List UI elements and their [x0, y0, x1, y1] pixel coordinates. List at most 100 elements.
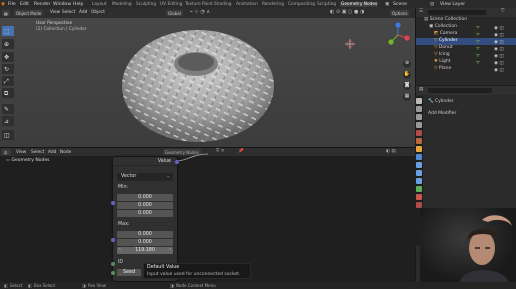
- output-tab-icon[interactable]: [416, 114, 422, 120]
- editor-type-icon[interactable]: ▦: [2, 10, 10, 16]
- scale-tool-icon[interactable]: ⤢: [2, 76, 14, 86]
- world-tab-icon[interactable]: [416, 138, 422, 144]
- max-y-field[interactable]: 0.000: [117, 239, 173, 246]
- max-input-socket[interactable]: [111, 238, 115, 242]
- tab-layout[interactable]: Layout: [92, 2, 107, 7]
- menu-edit[interactable]: Edit: [20, 2, 29, 7]
- vector-output-socket[interactable]: [175, 160, 179, 164]
- outliner-row-cylinder[interactable]: ▽ Cylinder: [434, 38, 458, 44]
- min-y-field[interactable]: 0.000: [117, 202, 173, 209]
- camera-view-icon[interactable]: ◙: [403, 82, 411, 90]
- cursor-tool-icon[interactable]: ⊕: [2, 39, 14, 49]
- id-input-socket[interactable]: [111, 262, 115, 266]
- particles-tab-icon[interactable]: [416, 162, 422, 168]
- node-menu-view[interactable]: View: [16, 150, 26, 155]
- tab-texture-paint[interactable]: Texture Paint: [185, 2, 213, 7]
- scene-icon[interactable]: ▣: [385, 2, 389, 7]
- render-tab-icon[interactable]: [416, 106, 422, 112]
- constraints-tab-icon[interactable]: [416, 178, 422, 184]
- node-header[interactable]: Value: [113, 157, 177, 166]
- seed-input-socket[interactable]: [111, 271, 115, 275]
- node-editor-type-icon[interactable]: ⛭: [2, 149, 11, 155]
- filter-icon[interactable]: ⛉: [501, 9, 504, 15]
- measure-tool-icon[interactable]: ⊿: [2, 116, 14, 126]
- zoom-icon[interactable]: ⊕: [403, 60, 411, 68]
- menu-file[interactable]: File: [8, 2, 16, 7]
- min-z-field[interactable]: 0.000: [117, 210, 173, 217]
- type-dropdown[interactable]: Vector ⌄: [117, 173, 173, 181]
- tab-geometry-nodes[interactable]: Geometry Nodes: [340, 1, 379, 7]
- node-menu-node[interactable]: Node: [60, 150, 71, 155]
- max-x-field[interactable]: 0.000: [117, 231, 173, 238]
- viewport-menu-add[interactable]: Add: [79, 10, 87, 15]
- scene-name[interactable]: Scene: [393, 2, 407, 7]
- decrement-arrow-icon[interactable]: ‹: [119, 247, 121, 253]
- tab-rendering[interactable]: Rendering: [262, 2, 284, 7]
- object-name-field[interactable]: 🔧 Cylinder: [428, 99, 454, 105]
- physics-tab-icon[interactable]: [416, 170, 422, 176]
- options-button[interactable]: Options: [390, 10, 410, 16]
- add-cube-tool-icon[interactable]: ◫: [2, 130, 14, 140]
- seed-field[interactable]: Seed: [117, 269, 141, 276]
- outliner-row-donut[interactable]: ▽ Donut: [434, 45, 453, 51]
- overlay-icon[interactable]: ◐ ⊙ ▣ ○ ● ◑: [330, 10, 364, 15]
- tab-scripting[interactable]: Scripting: [317, 2, 336, 7]
- max-z-field[interactable]: ‹ 119.180 ›: [117, 247, 173, 254]
- tab-modeling[interactable]: Modeling: [112, 2, 132, 7]
- node-overlay-icon[interactable]: ◐ ▤: [386, 149, 396, 155]
- fake-user-icon[interactable]: ⛨ ✕: [216, 149, 225, 155]
- outliner-row-camera[interactable]: ◩ Camera: [434, 31, 457, 37]
- min-input-socket[interactable]: [111, 201, 115, 205]
- pin-icon[interactable]: 📌: [238, 149, 244, 155]
- outliner-row-plane[interactable]: ▽ Plane: [434, 66, 451, 72]
- increment-arrow-icon[interactable]: ›: [169, 247, 171, 253]
- data-tab-icon[interactable]: [416, 186, 422, 192]
- tab-sculpting[interactable]: Sculpting: [136, 2, 156, 7]
- transform-tool-icon[interactable]: ⧉: [2, 88, 14, 98]
- outliner-editor-icon[interactable]: ☰: [419, 9, 423, 15]
- 3d-viewport[interactable]: User Perspective (2) Collection | Cylind…: [0, 18, 415, 147]
- blender-logo-icon[interactable]: ◉: [1, 2, 5, 7]
- node-menu-add[interactable]: Add: [48, 150, 56, 155]
- min-x-field[interactable]: 0.000: [117, 194, 173, 201]
- tab-compositing[interactable]: Compositing: [288, 2, 315, 7]
- modifier-indicator-icon[interactable]: ⛛ ⛛ ⛛ ⛛ ⛛ ⛛: [476, 25, 480, 67]
- object-tab-icon[interactable]: [416, 146, 422, 152]
- tab-animation[interactable]: Animation: [236, 2, 258, 7]
- tab-uv-editing[interactable]: UV Editing: [160, 2, 182, 7]
- view-layer-icon[interactable]: ▤: [430, 2, 434, 7]
- outliner-search-input[interactable]: [428, 10, 486, 15]
- tooltip-body: Input value used for unconnected socket.: [147, 272, 241, 277]
- grid-view-icon[interactable]: ▦: [403, 93, 411, 101]
- tool-tab-icon[interactable]: [416, 98, 422, 104]
- rotate-tool-icon[interactable]: ↻: [2, 64, 14, 74]
- view-layer-tab-icon[interactable]: [416, 122, 422, 128]
- scene-tab-icon[interactable]: [416, 130, 422, 136]
- annotate-tool-icon[interactable]: ✎: [2, 104, 14, 114]
- donut-sprinkles-mesh[interactable]: [100, 14, 300, 144]
- outliner-row-icing[interactable]: ▽ Icing: [434, 52, 450, 58]
- move-tool-icon[interactable]: ✥: [2, 52, 14, 62]
- select-box-tool-icon[interactable]: ⬚: [2, 26, 14, 36]
- mode-dropdown[interactable]: Object Mode: [14, 10, 44, 16]
- outliner-row-light[interactable]: ✺ Light: [434, 59, 450, 65]
- pan-hand-icon[interactable]: ✋: [403, 71, 411, 79]
- node-menu-select[interactable]: Select: [31, 150, 44, 155]
- view-layer-name[interactable]: View Layer: [440, 2, 465, 7]
- properties-search-input[interactable]: [428, 88, 492, 93]
- tab-shading[interactable]: Shading: [214, 2, 231, 7]
- viewport-menu-select[interactable]: Select: [62, 10, 75, 15]
- outliner-scene-collection[interactable]: ▤ Scene Collection: [424, 17, 467, 23]
- menu-window[interactable]: Window: [53, 2, 71, 7]
- modifier-tab-icon[interactable]: [416, 154, 422, 160]
- menu-help[interactable]: Help: [73, 2, 83, 7]
- material-tab-icon[interactable]: [416, 194, 422, 200]
- menu-render[interactable]: Render: [34, 2, 50, 7]
- properties-editor-icon[interactable]: ▤: [419, 87, 423, 93]
- viewport-menu-view[interactable]: View: [50, 10, 60, 15]
- outliner-row-collection[interactable]: ▣ Collection: [429, 24, 457, 30]
- add-modifier-button[interactable]: Add Modifier: [428, 111, 456, 117]
- visibility-eye-icon[interactable]: ◉ ◫ ◉ ◫ ◉ ◫ ◉ ◫ ◉ ◫ ◉ ◫ ◉ ◫: [494, 25, 504, 74]
- max-label: Max:: [118, 222, 130, 227]
- navigation-gizmo[interactable]: [385, 22, 411, 48]
